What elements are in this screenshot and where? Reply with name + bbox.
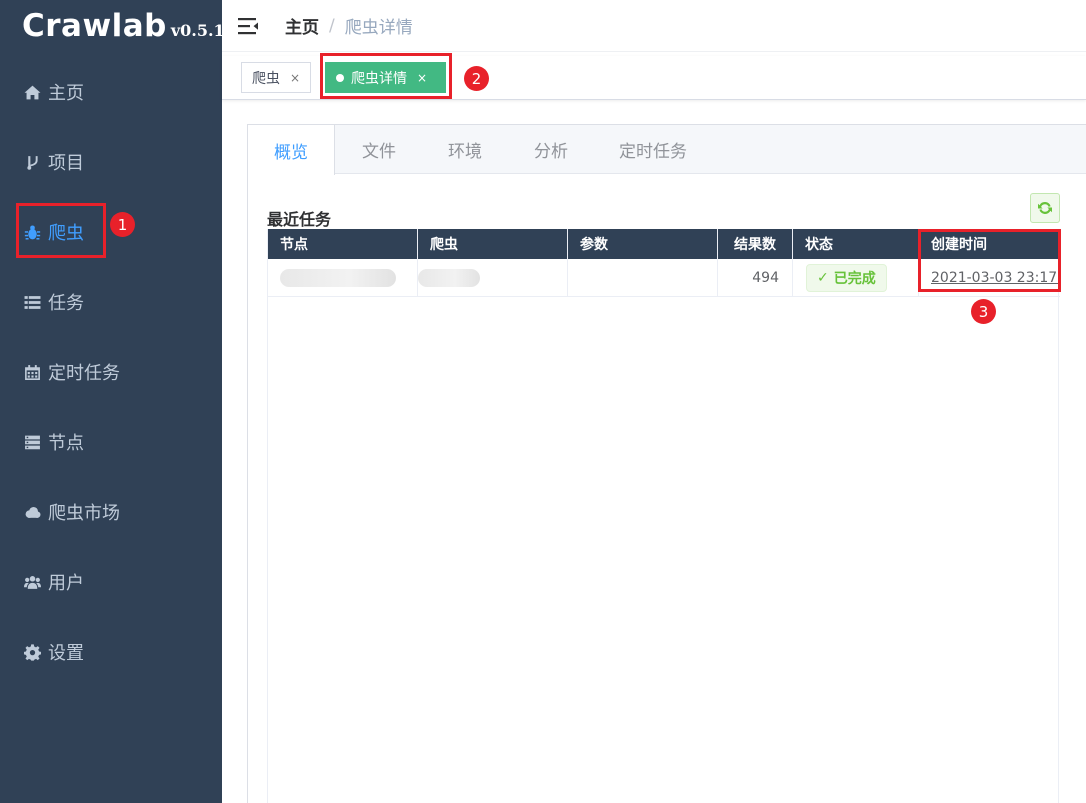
close-icon[interactable]: × xyxy=(290,71,300,85)
sidebar-item-label: 设置 xyxy=(48,643,84,664)
sidebar-item-label: 爬虫市场 xyxy=(48,503,120,524)
status-label: 已完成 xyxy=(833,271,876,287)
tab-files[interactable]: 文件 xyxy=(336,125,422,174)
sidebar-item-settings[interactable]: 设置 xyxy=(0,624,222,680)
refresh-icon xyxy=(1038,202,1052,214)
column-header-status[interactable]: 状态 xyxy=(793,229,919,259)
annotation-box-spiders xyxy=(16,203,106,258)
cloud-icon xyxy=(23,503,41,521)
column-header-spider[interactable]: 爬虫 xyxy=(418,229,568,259)
column-header-params[interactable]: 参数 xyxy=(568,229,718,259)
sidebar-item-label: 用户 xyxy=(48,573,84,594)
check-icon: ✓ xyxy=(817,270,829,286)
gear-icon xyxy=(23,643,41,661)
calendar-icon xyxy=(23,363,41,381)
breadcrumb: 主页 / 爬虫详情 xyxy=(285,13,413,39)
breadcrumb-separator: / xyxy=(329,15,335,36)
sidebar-item-schedules[interactable]: 定时任务 xyxy=(0,344,222,400)
tag-label: 爬虫 xyxy=(252,70,280,87)
sidebar-item-label: 定时任务 xyxy=(48,363,120,384)
status-badge: ✓ 已完成 xyxy=(806,264,887,292)
sidebar-item-label: 主页 xyxy=(48,83,84,104)
spider-detail-card: 概览 文件 环境 分析 定时任务 最近任务 节点 爬虫 参数 结果数 状态 创建… xyxy=(247,124,1086,803)
annotation-badge-1: 1 xyxy=(110,212,135,237)
sidebar-item-users[interactable]: 用户 xyxy=(0,554,222,610)
cell-result-count: 494 xyxy=(718,259,793,297)
sidebar: Crawlab v0.5.1 主页 项目 爬虫 任务 定时任务 节点 爬虫市场 … xyxy=(0,0,225,803)
tab-schedules[interactable]: 定时任务 xyxy=(594,125,712,174)
tabs-bar: 概览 文件 环境 分析 定时任务 xyxy=(248,125,1086,175)
server-icon xyxy=(23,433,41,451)
branch-icon xyxy=(23,153,41,171)
annotation-box-tag xyxy=(320,53,452,99)
tab-analytics[interactable]: 分析 xyxy=(508,125,594,174)
sidebar-item-projects[interactable]: 项目 xyxy=(0,134,222,190)
blurred-spider-name xyxy=(418,269,480,287)
list-icon xyxy=(23,293,41,311)
recent-tasks-table: 节点 爬虫 参数 结果数 状态 创建时间 494 ✓ 已完成 2021-03-0… xyxy=(267,229,1060,803)
tab-environment[interactable]: 环境 xyxy=(422,125,508,174)
sidebar-item-label: 节点 xyxy=(48,433,84,454)
sidebar-item-home[interactable]: 主页 xyxy=(0,64,222,120)
top-header: 主页 / 爬虫详情 xyxy=(222,0,1086,52)
app-logo[interactable]: Crawlab v0.5.1 xyxy=(22,8,225,44)
column-header-result-count[interactable]: 结果数 xyxy=(718,229,793,259)
annotation-box-created-at xyxy=(918,229,1061,292)
hamburger-icon[interactable] xyxy=(237,15,259,37)
sidebar-item-market[interactable]: 爬虫市场 xyxy=(0,484,222,540)
sidebar-item-label: 任务 xyxy=(48,293,84,314)
cell-node xyxy=(268,259,418,297)
sidebar-item-tasks[interactable]: 任务 xyxy=(0,274,222,330)
column-header-node[interactable]: 节点 xyxy=(268,229,418,259)
home-icon xyxy=(23,83,41,101)
tag-spiders[interactable]: 爬虫 × xyxy=(241,62,312,93)
breadcrumb-home[interactable]: 主页 xyxy=(285,13,319,38)
annotation-badge-3: 3 xyxy=(971,299,996,324)
sidebar-item-label: 项目 xyxy=(48,153,84,174)
blurred-node-name xyxy=(280,269,396,287)
annotation-badge-2: 2 xyxy=(464,66,489,91)
app-version: v0.5.1 xyxy=(170,21,225,40)
cell-spider xyxy=(418,259,568,297)
cell-params xyxy=(568,259,718,297)
app-name: Crawlab xyxy=(22,8,167,44)
users-icon xyxy=(23,573,41,591)
recent-tasks-title: 最近任务 xyxy=(267,210,332,229)
tab-overview[interactable]: 概览 xyxy=(248,125,335,175)
breadcrumb-current: 爬虫详情 xyxy=(344,18,413,38)
sidebar-item-nodes[interactable]: 节点 xyxy=(0,414,222,470)
refresh-button[interactable] xyxy=(1030,193,1060,223)
cell-status: ✓ 已完成 xyxy=(793,259,919,297)
